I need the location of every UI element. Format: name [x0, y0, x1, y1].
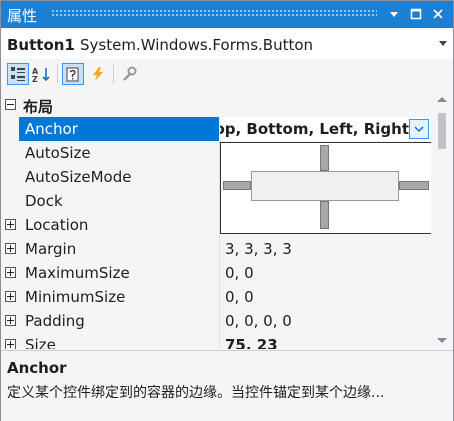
property-name: MinimumSize — [25, 288, 126, 306]
category-label: 布局 — [23, 98, 54, 116]
column-divider — [219, 309, 220, 333]
anchor-right-toggle[interactable] — [399, 181, 429, 190]
property-value[interactable]: 0, 0 — [225, 264, 254, 282]
column-divider — [219, 285, 220, 309]
expand-icon[interactable] — [5, 339, 16, 349]
scroll-thumb[interactable] — [438, 113, 446, 149]
toolbar-separator — [57, 65, 58, 83]
anchor-value-editor[interactable]: Top, Bottom, Left, Right — [220, 117, 431, 141]
property-row-size[interactable]: Size 75, 23 — [1, 333, 431, 349]
property-value[interactable]: 0, 0, 0, 0 — [225, 312, 292, 330]
description-text: 定义某个控件绑定到的容器的边缘。当控件锚定到某个边缘... — [7, 385, 385, 401]
property-value[interactable]: 75, 23 — [225, 336, 278, 349]
anchor-bottom-toggle[interactable] — [320, 201, 329, 229]
alphabetical-icon[interactable]: A Z — [31, 63, 53, 85]
property-value[interactable]: 3, 3, 3, 3 — [225, 240, 292, 258]
property-pages-icon[interactable] — [118, 63, 140, 85]
column-divider — [219, 333, 220, 349]
column-divider — [219, 237, 220, 261]
svg-text:Z: Z — [32, 75, 38, 82]
expand-icon[interactable] — [5, 219, 16, 230]
property-name: AutoSize — [25, 144, 91, 162]
expand-icon[interactable] — [5, 267, 16, 278]
object-name: Button1 — [7, 36, 75, 54]
description-pane: Anchor 定义某个控件绑定到的容器的边缘。当控件锚定到某个边缘... — [1, 350, 453, 421]
title-bar-grip[interactable] — [51, 9, 377, 18]
events-icon[interactable] — [87, 63, 109, 85]
chevron-down-icon[interactable] — [439, 41, 447, 46]
anchor-left-toggle[interactable] — [223, 181, 251, 190]
property-name: Size — [25, 336, 56, 349]
object-selector[interactable]: Button1 System.Windows.Forms.Button — [1, 29, 453, 59]
object-type: System.Windows.Forms.Button — [80, 36, 314, 54]
expand-icon[interactable] — [5, 243, 16, 254]
collapse-icon[interactable] — [5, 99, 16, 110]
expand-icon[interactable] — [5, 315, 16, 326]
property-row-padding[interactable]: Padding 0, 0, 0, 0 — [1, 309, 431, 333]
close-icon[interactable] — [429, 5, 447, 23]
property-row-anchor[interactable]: Anchor Top, Bottom, Left, Right — [1, 117, 431, 141]
title-bar[interactable]: 属性 — [1, 1, 453, 28]
window-title: 属性 — [7, 7, 38, 25]
maximize-icon[interactable] — [407, 5, 425, 23]
property-value[interactable]: 0, 0 — [225, 288, 254, 306]
anchor-top-toggle[interactable] — [320, 145, 329, 171]
categorized-icon[interactable] — [7, 63, 29, 85]
property-grid: 布局 Anchor Top, Bottom, Left, Right AutoS… — [1, 91, 431, 349]
expand-icon[interactable] — [5, 291, 16, 302]
property-name: Dock — [25, 192, 63, 210]
properties-icon[interactable] — [62, 63, 84, 85]
category-row-layout[interactable]: 布局 — [1, 93, 431, 117]
properties-toolbar: A Z — [1, 60, 453, 90]
column-divider — [219, 261, 220, 285]
property-name: Margin — [25, 240, 77, 258]
property-value: Top, Bottom, Left, Right — [220, 120, 409, 138]
properties-window: 属性 Button1 System.Windows.Forms.Button A… — [0, 0, 454, 421]
property-name: AutoSizeMode — [25, 168, 132, 186]
property-name: Location — [25, 216, 89, 234]
property-row-margin[interactable]: Margin 3, 3, 3, 3 — [1, 237, 431, 261]
vertical-scrollbar[interactable] — [432, 91, 452, 349]
description-title: Anchor — [7, 359, 67, 377]
property-row-minimumsize[interactable]: MinimumSize 0, 0 — [1, 285, 431, 309]
property-name: Anchor — [25, 120, 78, 138]
scroll-down-icon[interactable] — [437, 338, 447, 343]
anchor-control-preview — [251, 171, 399, 201]
window-position-dropdown-icon[interactable] — [385, 5, 403, 23]
anchor-editor-popup — [220, 142, 431, 234]
property-row-maximumsize[interactable]: MaximumSize 0, 0 — [1, 261, 431, 285]
property-name: MaximumSize — [25, 264, 130, 282]
scroll-up-icon[interactable] — [437, 97, 447, 102]
chevron-down-icon[interactable] — [409, 119, 429, 139]
property-name: Padding — [25, 312, 85, 330]
toolbar-separator — [113, 65, 114, 83]
